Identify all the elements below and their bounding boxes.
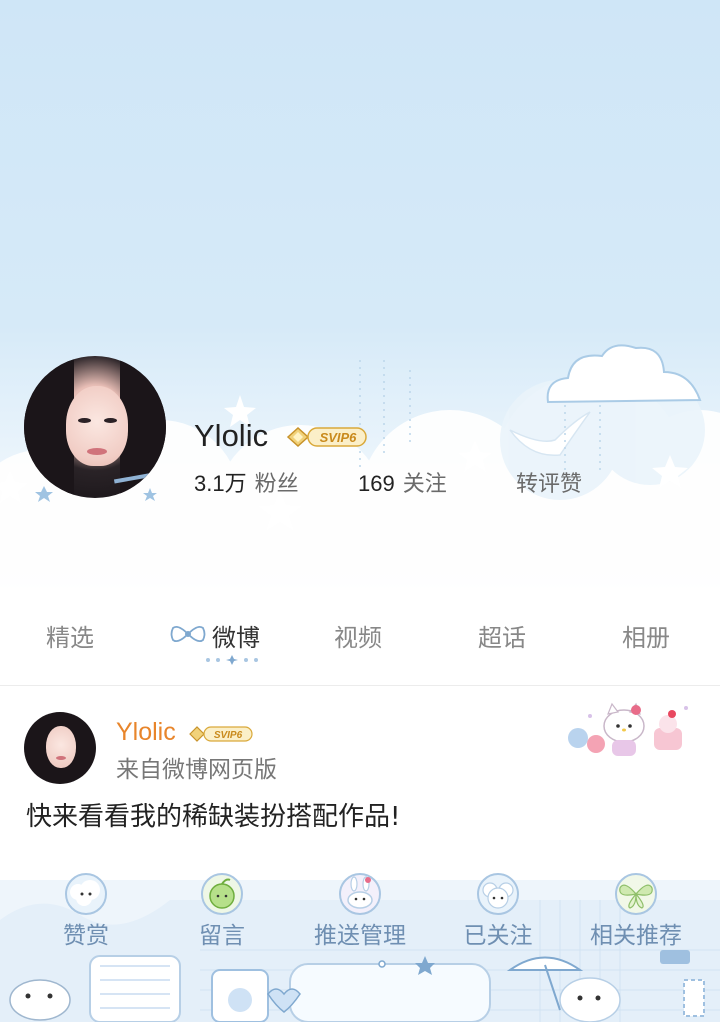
related-recommend-label: 相关推荐 <box>590 923 682 949</box>
followed-label: 已关注 <box>463 923 533 949</box>
fans-stat[interactable]: 3.1万 粉丝 <box>194 466 299 498</box>
svip-badge-icon[interactable]: SVIP6 <box>284 424 370 450</box>
active-tab-indicator <box>206 655 258 665</box>
svg-text:SVIP6: SVIP6 <box>214 730 243 741</box>
post-source: 来自微博网页版 <box>116 757 277 783</box>
profile-avatar[interactable] <box>24 356 166 498</box>
tip-label: 赞赏 <box>63 923 109 949</box>
post-body-text: 快来看看我的稀缺装扮搭配作品! <box>26 802 401 832</box>
butterfly-icon <box>615 873 657 915</box>
push-manage-label: 推送管理 <box>314 923 406 949</box>
comment-label: 留言 <box>199 923 245 949</box>
profile-username: Ylolic <box>194 418 269 453</box>
svip-small-badge-icon: SVIP6 <box>189 726 253 742</box>
tab-weibo[interactable]: 微博 <box>212 618 260 653</box>
comment-action[interactable]: 留言 <box>184 872 260 950</box>
follow-count: 169 <box>358 471 395 496</box>
followed-action[interactable]: 已关注 <box>456 872 540 950</box>
profile-tabs: 精选 微博 视频 超话 相册 <box>0 600 720 686</box>
hello-kitty-decoration <box>568 702 688 756</box>
fans-label: 粉丝 <box>254 472 299 497</box>
svg-text:SVIP6: SVIP6 <box>320 430 358 445</box>
push-manage-action[interactable]: 推送管理 <box>306 872 414 950</box>
post-author-name[interactable]: Ylolic <box>116 718 176 747</box>
cloud-sheep-icon <box>477 873 519 915</box>
apple-icon <box>201 873 243 915</box>
tab-video[interactable]: 视频 <box>334 618 382 653</box>
repost-comment-like-stat[interactable]: 转评赞 <box>516 466 582 498</box>
tab-supertopic[interactable]: 超话 <box>478 618 526 653</box>
follow-label: 关注 <box>402 472 447 497</box>
fans-count: 3.1万 <box>194 471 247 496</box>
bunny-cake-icon <box>339 873 381 915</box>
tip-action[interactable]: 赞赏 <box>48 872 124 950</box>
cloud-stars-decoration <box>0 344 720 590</box>
bow-icon <box>170 625 206 643</box>
cloud-bear-icon <box>65 873 107 915</box>
profile-cover <box>0 0 720 590</box>
post-author-avatar[interactable] <box>24 712 96 784</box>
related-recommend-action[interactable]: 相关推荐 <box>582 872 690 950</box>
tab-album[interactable]: 相册 <box>622 618 670 653</box>
tab-featured[interactable]: 精选 <box>46 618 94 653</box>
follow-stat[interactable]: 169 关注 <box>358 466 447 498</box>
